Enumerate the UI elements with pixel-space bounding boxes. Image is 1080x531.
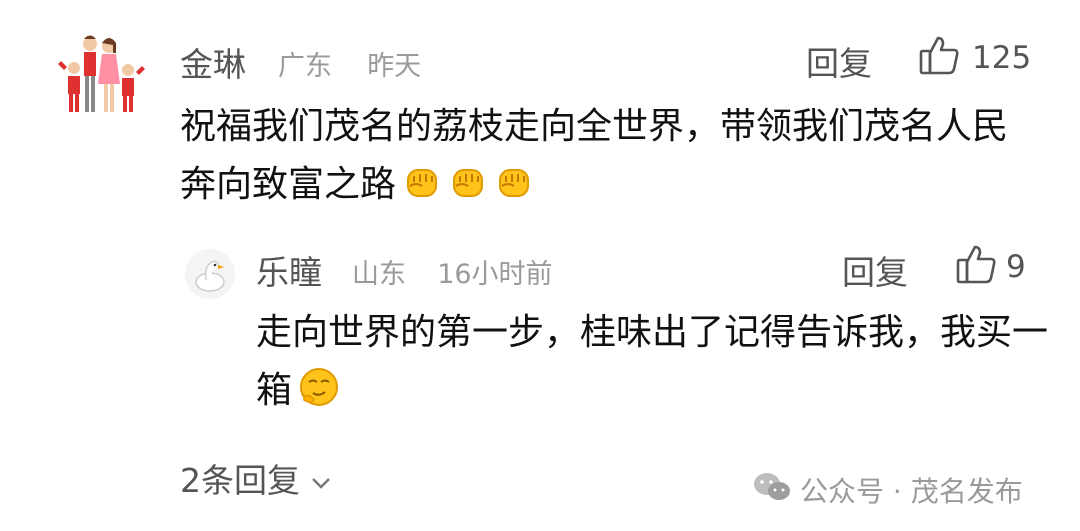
family-avatar[interactable] <box>54 30 146 122</box>
comment-text-content: 祝福我们茂名的荔枝走向全世界，带领我们茂名人民奔向致富之路 <box>180 106 1009 205</box>
wechat-icon <box>752 471 792 510</box>
reply-reply-button[interactable]: 回复 <box>842 246 908 294</box>
thumbs-up-icon[interactable] <box>954 242 998 286</box>
watermark-text: 公众号 · 茂名发布 <box>800 475 1023 508</box>
fist-emoji <box>494 162 534 202</box>
reply-location: 山东 <box>352 259 406 290</box>
comment-like-count: 125 <box>972 40 1032 76</box>
smirk-emoji <box>298 366 339 406</box>
comment-author[interactable]: 金琳 <box>180 38 246 86</box>
chevron-down-icon <box>310 459 332 498</box>
comment-reply-button[interactable]: 回复 <box>806 37 872 85</box>
reply-time: 16小时前 <box>437 259 553 290</box>
comment-time: 昨天 <box>367 51 422 82</box>
thumbs-up-icon[interactable] <box>917 33 961 77</box>
comment-location: 广东 <box>278 51 332 82</box>
comment-text: 祝福我们茂名的荔枝走向全世界，带领我们茂名人民奔向致富之路 <box>180 98 1040 214</box>
reply-author[interactable]: 乐瞳 <box>256 246 322 294</box>
comment-meta: 广东 昨天 <box>278 44 421 83</box>
reply-like-count: 9 <box>1006 249 1026 285</box>
more-replies-link[interactable]: 2条回复 <box>180 454 332 502</box>
fist-emoji <box>402 162 442 202</box>
reply-text: 走向世界的第一步，桂味出了记得告诉我，我买一箱 <box>256 304 1056 420</box>
reply-text-content: 走向世界的第一步，桂味出了记得告诉我，我买一箱 <box>256 312 1049 411</box>
fist-emoji <box>448 162 488 202</box>
more-replies-label: 2条回复 <box>180 461 300 500</box>
goose-avatar[interactable] <box>184 248 236 300</box>
reply-meta: 山东 16小时前 <box>352 252 553 291</box>
wechat-watermark: 公众号 · 茂名发布 <box>752 470 1023 510</box>
